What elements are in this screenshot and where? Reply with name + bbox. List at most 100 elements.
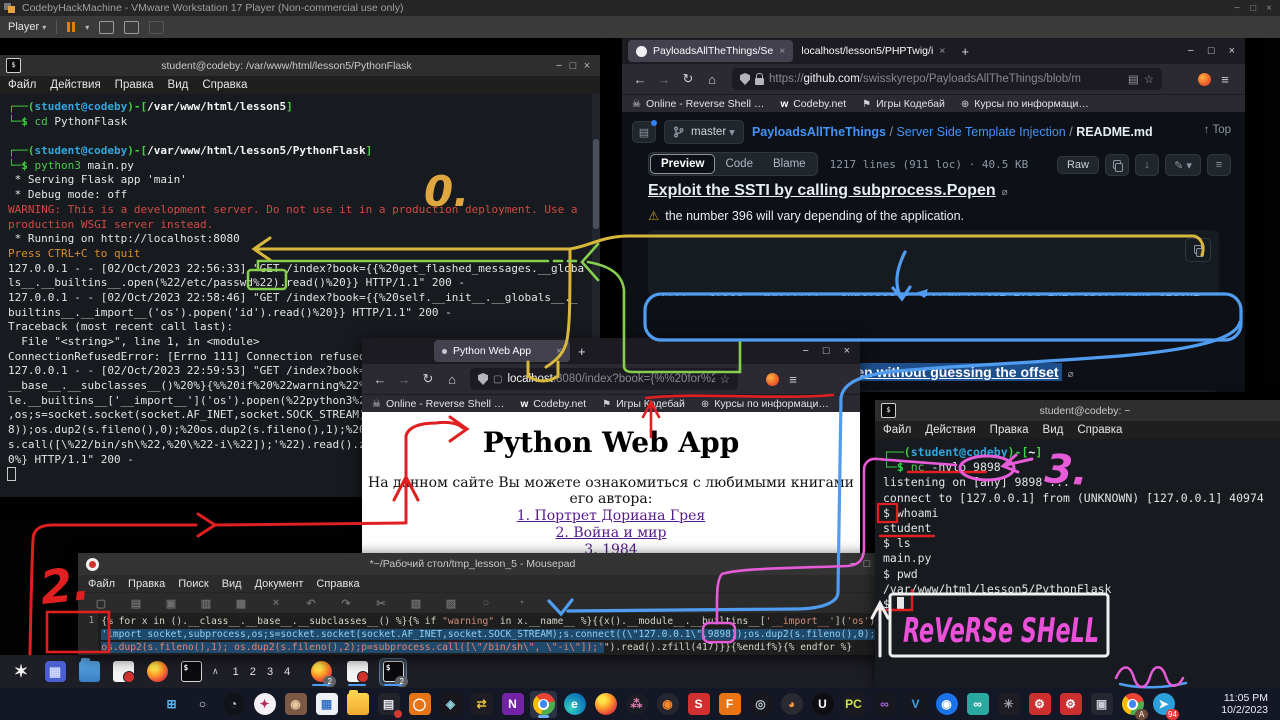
vm-maximize-button[interactable]: [1250, 3, 1256, 14]
code-block-subprocess[interactable]: {{''.__class__.mro()[1].__subclasses__()…: [648, 230, 1219, 296]
bookmark-item[interactable]: ⊕Курсы по информаци…: [961, 98, 1089, 110]
close-button[interactable]: [580, 60, 594, 72]
windows-clock[interactable]: 11:05 PM 10/2/2023: [1221, 692, 1280, 716]
tab-localhost-phptwig[interactable]: localhost/lesson5/PHPTwig/i ×: [793, 40, 953, 62]
menu-item-вид[interactable]: Вид: [1043, 424, 1064, 436]
player-menu[interactable]: Player ▾: [8, 21, 46, 33]
calendar-icon[interactable]: ▦: [313, 691, 340, 718]
terminal1-titlebar[interactable]: $ student@codeby: /var/www/html/lesson5/…: [0, 55, 600, 76]
workspace-switcher-icon[interactable]: ▦: [42, 659, 68, 685]
red-s-app-icon[interactable]: S: [685, 691, 712, 718]
maximize-button[interactable]: [566, 60, 580, 72]
maximize-button[interactable]: [860, 558, 874, 570]
tracking-shield-icon[interactable]: [740, 73, 750, 85]
tab-close-icon[interactable]: ×: [779, 45, 785, 57]
outline-button[interactable]: [1207, 154, 1231, 176]
copy-code-button[interactable]: [1185, 238, 1211, 262]
copy-raw-button[interactable]: [1105, 154, 1129, 176]
spider-app-icon[interactable]: ✳: [995, 691, 1022, 718]
menu-item-файл[interactable]: Файл: [88, 578, 115, 590]
maps-icon[interactable]: ◉: [933, 691, 960, 718]
chrome-icon[interactable]: [530, 691, 557, 718]
visual-studio-icon[interactable]: ∞: [871, 691, 898, 718]
davinci-icon[interactable]: ⁂: [623, 691, 650, 718]
menu-item-правка[interactable]: Правка: [990, 424, 1029, 436]
home-button[interactable]: [442, 372, 462, 387]
reload-button[interactable]: [678, 71, 698, 87]
tab-code[interactable]: Code: [715, 155, 763, 173]
url-bar[interactable]: https://github.com/swisskyrepo/PayloadsA…: [732, 68, 1162, 90]
tab-blame[interactable]: Blame: [763, 155, 816, 173]
breadcrumb-folder[interactable]: Server Side Template Injection: [896, 125, 1065, 139]
file-manager-icon[interactable]: [76, 659, 102, 685]
menu-item-правка[interactable]: Правка: [128, 578, 165, 590]
menu-item-документ[interactable]: Документ: [255, 578, 304, 590]
raw-button[interactable]: Raw: [1057, 156, 1099, 174]
pause-vm-button[interactable]: [67, 22, 75, 32]
speedtest-icon[interactable]: ◔: [220, 691, 247, 718]
section-heading-1[interactable]: Exploit the SSTI by calling subprocess.P…: [648, 182, 1008, 200]
blender-icon[interactable]: ◕: [778, 691, 805, 718]
menu-item-действия[interactable]: Действия: [50, 79, 100, 91]
branch-selector[interactable]: master: [664, 120, 744, 144]
back-button[interactable]: [370, 372, 390, 387]
tracking-shield-icon[interactable]: [478, 373, 488, 385]
book-link[interactable]: 2. Война и мир: [362, 525, 860, 541]
vm-minimize-button[interactable]: [1234, 3, 1240, 14]
red-gear-2-icon[interactable]: ⚙: [1057, 691, 1084, 718]
minimize-button[interactable]: [1187, 45, 1193, 57]
back-to-top-link[interactable]: Top: [1204, 124, 1231, 136]
applications-menu-icon[interactable]: ✶: [8, 659, 34, 685]
bookmark-item[interactable]: wCodeby.net: [780, 98, 846, 110]
app-menu-icon[interactable]: [1215, 72, 1235, 87]
minimize-button[interactable]: [552, 60, 566, 72]
mousepad-titlebar[interactable]: *~/Рабочий стол/tmp_lesson_5 - Mousepad: [78, 553, 882, 575]
new-tab-button[interactable]: +: [961, 44, 969, 59]
bookmark-item[interactable]: wCodeby.net: [520, 398, 586, 410]
maximize-button[interactable]: [823, 345, 830, 357]
menu-item-правка[interactable]: Правка: [115, 79, 154, 91]
new-tab-button[interactable]: +: [578, 344, 586, 359]
breadcrumb-repo[interactable]: PayloadsAllTheThings: [752, 125, 886, 139]
onenote-icon[interactable]: N: [499, 691, 526, 718]
menu-item-справка[interactable]: Справка: [316, 578, 359, 590]
vm-close-button[interactable]: [1266, 3, 1272, 14]
forward-button[interactable]: [654, 72, 674, 87]
menu-item-файл[interactable]: Файл: [883, 424, 911, 436]
url-bar[interactable]: ▢ localhost:8080/index?book={%%20for%20x…: [470, 368, 738, 390]
bookmark-item[interactable]: ⊕Курсы по информаци…: [701, 398, 829, 410]
screenshot-tool-icon[interactable]: ▣: [1088, 691, 1115, 718]
chrome-profile-icon[interactable]: A: [1119, 691, 1146, 718]
download-button[interactable]: [1135, 154, 1159, 176]
tab-python-web-app[interactable]: Python Web App ×: [434, 340, 570, 362]
close-button[interactable]: [1229, 45, 1235, 57]
portrait-app-icon[interactable]: ◉: [282, 691, 309, 718]
terminal2-titlebar[interactable]: $ student@codeby: ~: [875, 400, 1280, 421]
render-app-icon[interactable]: ◈: [437, 691, 464, 718]
teal-loop-app-icon[interactable]: ∞: [964, 691, 991, 718]
vscode-icon[interactable]: V: [902, 691, 929, 718]
orange-f-book-icon[interactable]: F: [716, 691, 743, 718]
lens-app-icon[interactable]: ◎: [747, 691, 774, 718]
yellow-arrows-app-icon[interactable]: ⇄: [468, 691, 495, 718]
tab-close-icon[interactable]: ×: [939, 45, 945, 57]
menu-item-вид[interactable]: Вид: [222, 578, 242, 590]
anchor-link-icon[interactable]: ⌀: [1002, 187, 1008, 198]
menu-item-действия[interactable]: Действия: [925, 424, 975, 436]
close-button[interactable]: [844, 345, 850, 357]
home-button[interactable]: [702, 72, 722, 87]
edge-icon[interactable]: e: [561, 691, 588, 718]
edit-button[interactable]: [1165, 154, 1201, 176]
menu-item-справка[interactable]: Справка: [202, 79, 247, 91]
orange-ring-app-icon[interactable]: ◯: [406, 691, 433, 718]
tab-preview[interactable]: Preview: [650, 154, 715, 174]
maximize-button[interactable]: [1208, 45, 1215, 57]
minimize-button[interactable]: [846, 558, 860, 570]
menu-item-файл[interactable]: Файл: [8, 79, 36, 91]
notes-dark-icon[interactable]: ▤: [375, 691, 402, 718]
terminal-window-icon[interactable]: $2: [380, 659, 406, 685]
bookmark-item[interactable]: ⚑Игры Кодебай: [602, 398, 685, 410]
sidebar-toggle-button[interactable]: ▤: [632, 121, 656, 143]
fullscreen-button[interactable]: [124, 21, 139, 34]
payload-text[interactable]: {% for x in ().__class__.__base__.__subc…: [98, 613, 882, 655]
